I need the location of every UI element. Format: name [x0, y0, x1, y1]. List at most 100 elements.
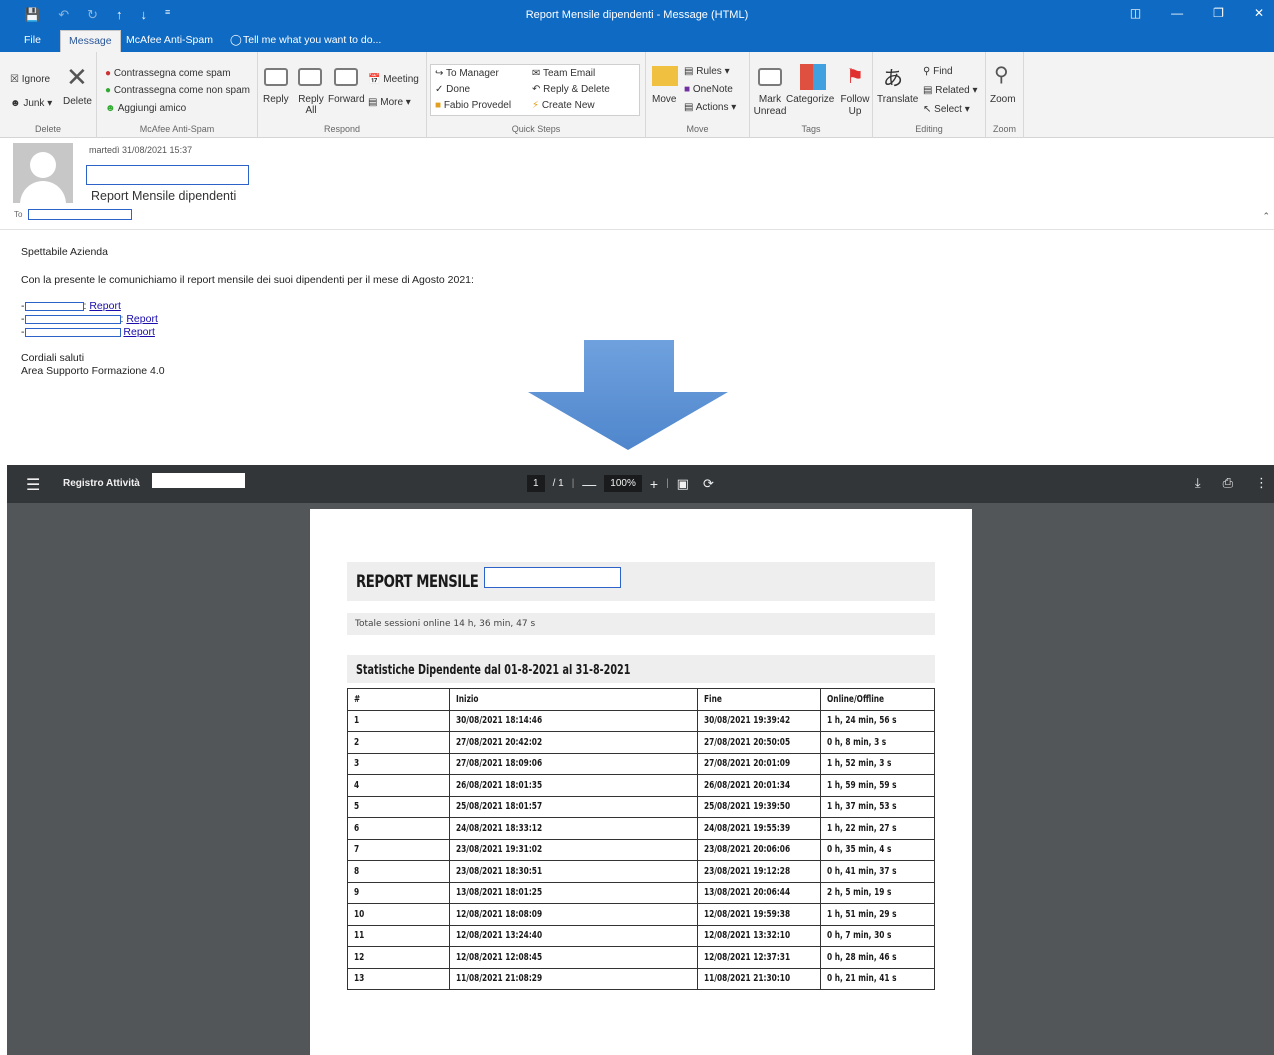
mark-not-spam-label: Contrassegna come non spam [113, 85, 251, 96]
reply-delete-button[interactable]: ↶ Reply & Delete [532, 84, 610, 95]
message-date: martedì 31/08/2021 15:37 [89, 145, 193, 155]
select-button[interactable]: ↖ Select ▾ [923, 104, 970, 115]
table-cell: 5 [346, 795, 451, 818]
table-cell-text: 1 h, 24 min, 56 s [826, 715, 897, 727]
menu-icon[interactable]: ☰ [26, 475, 40, 495]
folder-icon: ■ [435, 100, 442, 111]
fabio-button[interactable]: ■ Fabio Provedel [435, 100, 511, 111]
zoom-group-label: Zoom [992, 124, 1016, 134]
table-cell-text: 12/08/2021 18:08:09 [456, 908, 543, 920]
table-cell-text: 10 [354, 908, 365, 920]
table-cell-text: 2 h, 5 min, 19 s [826, 887, 892, 899]
related-button[interactable]: ▤ Related ▾ [923, 85, 978, 96]
zoom-in-icon[interactable]: + [650, 476, 658, 492]
mark-spam-button[interactable]: ● Contrassegna come spam [105, 68, 231, 79]
table-cell-text: 13/08/2021 18:01:25 [456, 887, 543, 899]
print-icon[interactable]: ⎙ [1223, 475, 1233, 491]
tags-group-label: Tags [801, 124, 821, 134]
actions-button[interactable]: ▤ Actions ▾ [684, 102, 736, 113]
categorize-button[interactable]: Categorize [786, 94, 834, 105]
mark-unread-button[interactable]: Mark Unread [752, 94, 788, 118]
translate-button[interactable]: Translate [877, 94, 918, 105]
rules-button[interactable]: ▤ Rules ▾ [684, 66, 730, 77]
table-cell: 27/08/2021 20:42:02 [449, 731, 698, 754]
zoom-icon: ⚲ [994, 64, 1009, 86]
add-friend-icon: ☻ [105, 103, 116, 114]
zoom-out-icon[interactable]: — [582, 476, 596, 492]
redacted-name [24, 301, 84, 311]
done-button[interactable]: ✓ Done [435, 84, 470, 95]
ribbon-display-options-icon[interactable]: ◫ [1130, 6, 1141, 20]
fabio-label: Fabio Provedel [443, 100, 512, 111]
find-button[interactable]: ⚲ Find [923, 66, 953, 77]
table-cell-text: 12 [354, 951, 365, 963]
delete-button[interactable]: Delete [63, 96, 92, 107]
move-button[interactable]: Move [652, 94, 676, 105]
column-header-label: # [354, 693, 361, 705]
table-cell-text: 27/08/2021 20:50:05 [703, 736, 790, 748]
tab-mcafee[interactable]: McAfee Anti-Spam [126, 34, 213, 46]
table-cell: 4 [346, 774, 451, 797]
create-new-button[interactable]: ⚡ Create New [532, 100, 595, 111]
redacted-title [152, 473, 245, 488]
find-label: Find [933, 66, 953, 77]
page-number-input[interactable]: 1 [527, 475, 545, 492]
download-icon[interactable]: ⤓ [1195, 475, 1201, 491]
table-cell: 3 [346, 752, 451, 775]
table-cell: 26/08/2021 18:01:35 [449, 774, 698, 797]
table-cell: 0 h, 28 min, 46 s [819, 946, 936, 969]
table-cell-text: 27/08/2021 18:09:06 [456, 758, 543, 770]
table-cell-text: 27/08/2021 20:01:09 [703, 758, 790, 770]
rotate-icon[interactable]: ⟳ [703, 476, 714, 492]
table-row: 2 27/08/2021 20:42:02 27/08/2021 20:50:05 0… [346, 731, 936, 754]
table-row: 11 12/08/2021 13:24:40 12/08/2021 13:32:10… [346, 924, 936, 947]
table-header-row: # Inizio Fine Online/Offline [346, 688, 936, 711]
table-cell: 2 [346, 731, 451, 754]
rules-label: Rules [696, 66, 722, 77]
to-manager-button[interactable]: ↪ To Manager [435, 68, 499, 79]
mcafee-group: ● Contrassegna come spam ● Contrassegna … [97, 52, 258, 138]
table-cell-text: 23/08/2021 20:06:06 [703, 844, 790, 856]
more-button[interactable]: ▤ More ▾ [368, 97, 411, 108]
table-cell-text: 1 h, 52 min, 3 s [826, 758, 892, 770]
table-cell-text: 7 [354, 844, 360, 856]
report-link[interactable]: Report [123, 326, 155, 338]
fit-page-icon[interactable]: ▣ [677, 476, 689, 492]
forward-button[interactable]: Forward [328, 94, 365, 105]
meeting-button[interactable]: 📅 Meeting [368, 74, 419, 85]
ignore-button[interactable]: ☒ Ignore [10, 74, 50, 85]
table-cell-text: 0 h, 28 min, 46 s [826, 951, 897, 963]
table-cell: 8 [346, 860, 451, 883]
page-controls: 1 / 1 | — 100% + | ▣ ⟳ [527, 475, 714, 492]
team-email-button[interactable]: ✉ Team Email [532, 68, 595, 79]
follow-up-button[interactable]: Follow Up [840, 94, 870, 118]
report-link[interactable]: Report [89, 300, 121, 312]
table-cell: 23/08/2021 20:06:06 [696, 838, 821, 861]
zoom-button[interactable]: Zoom [990, 94, 1016, 105]
tell-me-search[interactable]: Tell me what you want to do... [243, 34, 381, 46]
outlook-title-bar: 💾 ↶ ↻ ↑ ↓ ≡ Report Mensile dipendenti - … [0, 0, 1274, 30]
divider: | [666, 478, 669, 489]
tab-message[interactable]: Message [60, 30, 121, 52]
restore-icon[interactable]: ❐ [1213, 6, 1224, 20]
redacted-name [24, 314, 121, 324]
close-icon[interactable]: ✕ [1254, 6, 1264, 20]
intro-text: Con la presente le comunichiamo il repor… [21, 274, 474, 286]
team-email-icon: ✉ [532, 68, 541, 79]
zoom-level-input[interactable]: 100% [604, 475, 642, 492]
collapse-header-icon[interactable]: ⌃ [1262, 211, 1270, 222]
message-subject: Report Mensile dipendenti [91, 189, 237, 203]
tab-file[interactable]: File [24, 34, 41, 46]
stats-title: Statistiche Dipendente dal 01-8-2021 al … [356, 663, 631, 678]
report-link[interactable]: Report [126, 313, 158, 325]
more-options-icon[interactable]: ⋮ [1255, 475, 1268, 491]
minimize-icon[interactable]: — [1171, 6, 1183, 20]
reply-all-button[interactable]: Reply All [296, 94, 326, 116]
ribbon-tabs: File Message McAfee Anti-Spam ◯ Tell me … [0, 30, 1274, 52]
onenote-button[interactable]: ■ OneNote [684, 84, 733, 95]
mark-not-spam-button[interactable]: ● Contrassegna come non spam [105, 85, 250, 96]
add-friend-button[interactable]: ☻ Aggiungi amico [105, 103, 186, 114]
reply-button[interactable]: Reply [263, 94, 289, 105]
junk-button[interactable]: ☻ Junk ▾ [10, 98, 52, 109]
window-controls: ◫ — ❐ ✕ [1130, 6, 1264, 20]
